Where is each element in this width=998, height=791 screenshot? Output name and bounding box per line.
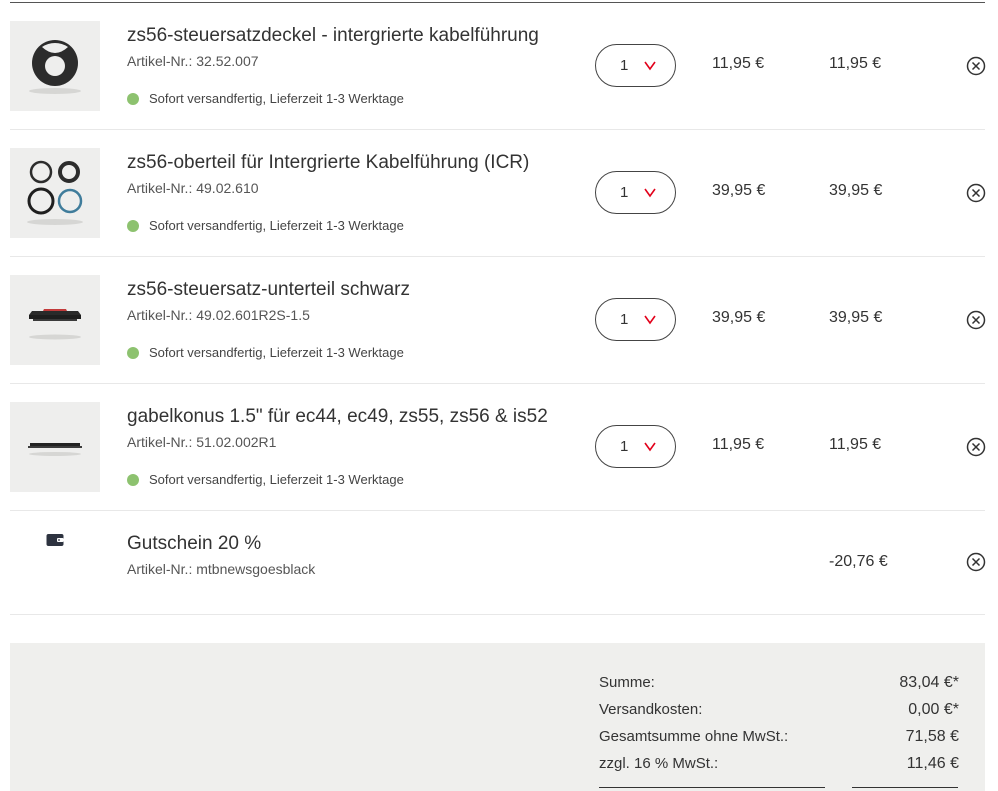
voucher-item: Gutschein 20 % Artikel-Nr.: mtbnewsgoesb…: [10, 511, 986, 615]
close-circle-icon: [966, 56, 986, 76]
chevron-down-icon: [644, 188, 656, 198]
chevron-down-icon: [644, 442, 656, 452]
vat-value: 11,46 €: [906, 755, 959, 772]
cart-item: gabelkonus 1.5" für ec44, ec49, zs55, zs…: [10, 384, 986, 511]
availability-status: Sofort versandfertig, Lieferzeit 1-3 Wer…: [127, 472, 404, 487]
availability-text: Sofort versandfertig, Lieferzeit 1-3 Wer…: [149, 345, 404, 360]
quantity-select[interactable]: 1: [595, 171, 676, 214]
vat-label: zzgl. 16 % MwSt.:: [599, 755, 719, 772]
wallet-icon: [46, 534, 64, 546]
order-summary: Summe: 83,04 €* Versandkosten: 0,00 €* G…: [10, 643, 985, 791]
availability-dot-icon: [127, 219, 139, 232]
total-price: 39,95 €: [829, 309, 883, 326]
close-circle-icon: [966, 183, 986, 203]
availability-status: Sofort versandfertig, Lieferzeit 1-3 Wer…: [127, 91, 404, 106]
summary-divider: [852, 787, 958, 788]
availability-text: Sofort versandfertig, Lieferzeit 1-3 Wer…: [149, 472, 404, 487]
remove-item-button[interactable]: [966, 56, 986, 76]
item-title[interactable]: zs56-steuersatz-unterteil schwarz: [127, 279, 587, 301]
summary-divider: [599, 787, 825, 788]
item-title[interactable]: zs56-oberteil für Intergrierte Kabelführ…: [127, 152, 587, 174]
close-circle-icon: [966, 552, 986, 572]
item-article-number: Artikel-Nr.: 49.02.601R2S-1.5: [127, 307, 310, 323]
crown-race-image[interactable]: [10, 402, 100, 492]
unit-price: 39,95 €: [712, 309, 766, 326]
total-price: 39,95 €: [829, 182, 883, 199]
remove-item-button[interactable]: [966, 437, 986, 457]
summary-shipping-row: Versandkosten: 0,00 €*: [599, 701, 959, 723]
subtotal-label: Summe:: [599, 674, 655, 691]
net-total-value: 71,58 €: [905, 728, 959, 745]
quantity-value: 1: [620, 57, 629, 74]
shipping-label: Versandkosten:: [599, 701, 703, 718]
total-price: 11,95 €: [829, 55, 882, 72]
quantity-select[interactable]: 1: [595, 298, 676, 341]
availability-dot-icon: [127, 92, 139, 105]
cart-item: zs56-steuersatzdeckel - intergrierte kab…: [10, 3, 986, 130]
item-title[interactable]: gabelkonus 1.5" für ec44, ec49, zs55, zs…: [127, 406, 587, 428]
cart-item: zs56-oberteil für Intergrierte Kabelführ…: [10, 130, 986, 257]
close-circle-icon: [966, 437, 986, 457]
summary-subtotal-row: Summe: 83,04 €*: [599, 674, 959, 696]
summary-vat-row: zzgl. 16 % MwSt.: 11,46 €: [599, 755, 959, 777]
voucher-title: Gutschein 20 %: [127, 533, 262, 554]
cart-item: zs56-steuersatz-unterteil schwarz Artike…: [10, 257, 986, 384]
unit-price: 11,95 €: [712, 436, 765, 453]
quantity-value: 1: [620, 184, 629, 201]
availability-text: Sofort versandfertig, Lieferzeit 1-3 Wer…: [149, 91, 404, 106]
quantity-value: 1: [620, 311, 629, 328]
chevron-down-icon: [644, 61, 656, 71]
voucher-code: Artikel-Nr.: mtbnewsgoesblack: [127, 561, 316, 577]
quantity-select[interactable]: 1: [595, 425, 676, 468]
net-total-label: Gesamtsumme ohne MwSt.:: [599, 728, 789, 745]
unit-price: 39,95 €: [712, 182, 766, 199]
remove-voucher-button[interactable]: [966, 552, 986, 572]
item-article-number: Artikel-Nr.: 32.52.007: [127, 53, 259, 69]
availability-dot-icon: [127, 473, 139, 486]
item-article-number: Artikel-Nr.: 49.02.610: [127, 180, 259, 196]
availability-status: Sofort versandfertig, Lieferzeit 1-3 Wer…: [127, 218, 404, 233]
availability-status: Sofort versandfertig, Lieferzeit 1-3 Wer…: [127, 345, 404, 360]
chevron-down-icon: [644, 315, 656, 325]
item-article-number: Artikel-Nr.: 51.02.002R1: [127, 434, 277, 450]
item-title[interactable]: zs56-steuersatzdeckel - intergrierte kab…: [127, 25, 587, 47]
availability-dot-icon: [127, 346, 139, 359]
subtotal-value: 83,04 €*: [899, 674, 959, 691]
headset-cover-image[interactable]: [10, 21, 100, 111]
remove-item-button[interactable]: [966, 183, 986, 203]
quantity-value: 1: [620, 438, 629, 455]
unit-price: 11,95 €: [712, 55, 765, 72]
total-price: 11,95 €: [829, 436, 882, 453]
headset-cup-image[interactable]: [10, 275, 100, 365]
voucher-amount: -20,76 €: [829, 553, 888, 570]
availability-text: Sofort versandfertig, Lieferzeit 1-3 Wer…: [149, 218, 404, 233]
headset-rings-image[interactable]: [10, 148, 100, 238]
quantity-select[interactable]: 1: [595, 44, 676, 87]
summary-net-row: Gesamtsumme ohne MwSt.: 71,58 €: [599, 728, 959, 750]
close-circle-icon: [966, 310, 986, 330]
remove-item-button[interactable]: [966, 310, 986, 330]
shipping-value: 0,00 €*: [908, 701, 959, 718]
